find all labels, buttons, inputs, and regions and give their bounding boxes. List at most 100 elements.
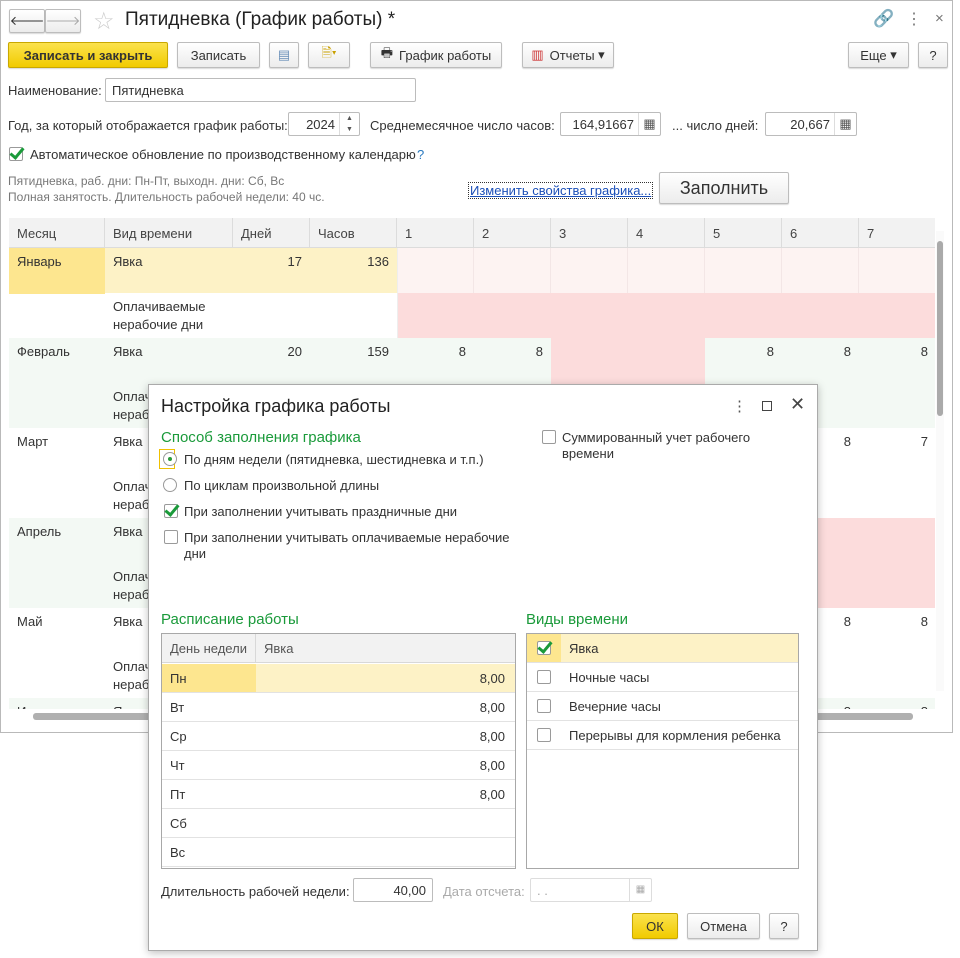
day-cell[interactable]: [551, 338, 628, 383]
day-cell[interactable]: 8: [859, 338, 935, 383]
radio-cycles[interactable]: [163, 478, 177, 492]
hours-cell[interactable]: 8,00: [256, 787, 515, 802]
hours-cell[interactable]: 8,00: [256, 729, 515, 744]
schedule-print-button[interactable]: 🖶 График работы: [370, 42, 502, 68]
week-length-input[interactable]: 40,00: [353, 878, 433, 902]
calculator-icon[interactable]: ▦: [638, 113, 660, 135]
day-cell[interactable]: [859, 248, 935, 293]
back-button[interactable]: 🡐: [9, 9, 45, 33]
paid-days-checkbox[interactable]: [164, 530, 178, 544]
column-header[interactable]: Часов: [310, 218, 397, 248]
fill-button[interactable]: Заполнить: [659, 172, 789, 204]
year-input[interactable]: 2024 ▲ ▼: [288, 112, 360, 136]
day-cell-paid[interactable]: [859, 293, 935, 338]
vertical-scrollbar[interactable]: [936, 231, 944, 691]
ok-button[interactable]: ОК: [632, 913, 678, 939]
change-properties-link[interactable]: Изменить свойства графика...: [468, 182, 654, 199]
holidays-checkbox[interactable]: [164, 504, 178, 518]
column-header[interactable]: 6: [782, 218, 859, 248]
schedule-row[interactable]: Чт 8,00: [162, 751, 515, 780]
schedule-row[interactable]: Ср 8,00: [162, 722, 515, 751]
schedule-table[interactable]: День недели Явка Пн 8,00 Вт 8,00 Ср 8,00 Чт 8,0…: [161, 633, 516, 869]
hours-cell[interactable]: 8,00: [256, 758, 515, 773]
time-kind-checkbox[interactable]: [537, 728, 551, 742]
document-history-icon[interactable]: 🗎▾: [308, 42, 350, 68]
month-row[interactable]: Январь Явка 17 136 Оплачиваемые нерабочие дн…: [9, 248, 935, 338]
schedule-row[interactable]: Сб: [162, 809, 515, 838]
day-cell[interactable]: 8: [859, 608, 935, 653]
day-cell[interactable]: [705, 248, 782, 293]
day-cell[interactable]: 7: [859, 428, 935, 473]
column-header-weekday[interactable]: День недели: [162, 634, 256, 662]
save-button[interactable]: Записать: [177, 42, 260, 68]
close-icon[interactable]: ×: [935, 10, 944, 27]
ref-date-input[interactable]: . . ▦: [530, 878, 652, 902]
time-kind-checkbox[interactable]: [537, 699, 551, 713]
cancel-button[interactable]: Отмена: [687, 913, 760, 939]
column-header-attendance[interactable]: Явка: [256, 641, 294, 656]
day-cell-paid[interactable]: [628, 293, 705, 338]
time-kind-row[interactable]: Ночные часы: [527, 663, 798, 692]
day-cell-paid[interactable]: [782, 293, 859, 338]
day-cell[interactable]: 8: [397, 338, 474, 383]
column-header[interactable]: 1: [397, 218, 474, 248]
day-cell-paid[interactable]: [474, 293, 551, 338]
days-input[interactable]: 20,667 ▦: [765, 112, 857, 136]
help-question-link[interactable]: ?: [417, 147, 424, 162]
auto-update-checkbox[interactable]: [9, 147, 23, 161]
schedule-row[interactable]: Вт 8,00: [162, 693, 515, 722]
time-kinds-list[interactable]: Явка Ночные часы Вечерние часы Перерывы для…: [526, 633, 799, 869]
summary-checkbox[interactable]: [542, 430, 556, 444]
column-header[interactable]: Месяц: [9, 218, 105, 248]
day-cell[interactable]: [474, 248, 551, 293]
help-button[interactable]: ?: [918, 42, 948, 68]
schedule-row[interactable]: Пн 8,00: [162, 664, 515, 693]
column-header[interactable]: Вид времени: [105, 218, 233, 248]
day-cell[interactable]: [782, 248, 859, 293]
column-header[interactable]: 5: [705, 218, 782, 248]
column-header[interactable]: 3: [551, 218, 628, 248]
list-icon[interactable]: ▤: [269, 42, 299, 68]
column-header[interactable]: 2: [474, 218, 551, 248]
close-icon[interactable]: ✕: [790, 394, 805, 415]
dialog-help-button[interactable]: ?: [769, 913, 799, 939]
day-cell[interactable]: [628, 248, 705, 293]
time-kind-checkbox[interactable]: [537, 641, 551, 655]
day-cell-paid[interactable]: [397, 293, 474, 338]
link-icon[interactable]: 🔗: [873, 9, 894, 29]
maximize-icon[interactable]: [762, 401, 772, 411]
hours-cell[interactable]: 8,00: [256, 671, 515, 686]
day-cell[interactable]: [859, 518, 935, 563]
day-cell-paid[interactable]: [859, 563, 935, 608]
day-cell[interactable]: 8: [474, 338, 551, 383]
calculator-icon[interactable]: ▦: [834, 113, 856, 135]
day-cell[interactable]: 8: [705, 338, 782, 383]
more-menu-icon[interactable]: ⋮: [906, 9, 922, 29]
favorite-star-icon[interactable]: ☆: [93, 7, 115, 36]
avg-hours-input[interactable]: 164,91667 ▦: [560, 112, 661, 136]
reports-button[interactable]: ▥ Отчеты ▾: [522, 42, 614, 68]
schedule-row[interactable]: Пт 8,00: [162, 780, 515, 809]
vertical-scroll-thumb[interactable]: [937, 241, 943, 416]
day-cell[interactable]: 8: [859, 698, 935, 709]
more-button[interactable]: Еще ▾: [848, 42, 909, 68]
forward-button[interactable]: 🡒: [45, 9, 81, 33]
calendar-icon[interactable]: ▦: [629, 879, 651, 901]
year-spinner[interactable]: ▲ ▼: [339, 113, 359, 135]
column-header[interactable]: 4: [628, 218, 705, 248]
day-cell[interactable]: 8: [782, 338, 859, 383]
time-kind-row[interactable]: Вечерние часы: [527, 692, 798, 721]
radio-weekdays[interactable]: [163, 452, 177, 466]
day-cell-paid[interactable]: [705, 293, 782, 338]
save-and-close-button[interactable]: Записать и закрыть: [8, 42, 168, 68]
day-cell[interactable]: [397, 248, 474, 293]
time-kind-row[interactable]: Перерывы для кормления ребенка: [527, 721, 798, 750]
time-kind-row[interactable]: Явка: [527, 634, 798, 663]
day-cell[interactable]: [551, 248, 628, 293]
day-cell-paid[interactable]: [551, 293, 628, 338]
column-header[interactable]: 7: [859, 218, 935, 248]
schedule-row[interactable]: Вс: [162, 838, 515, 867]
hours-cell[interactable]: 8,00: [256, 700, 515, 715]
more-menu-icon[interactable]: ⋮: [732, 397, 747, 415]
column-header[interactable]: Дней: [233, 218, 310, 248]
